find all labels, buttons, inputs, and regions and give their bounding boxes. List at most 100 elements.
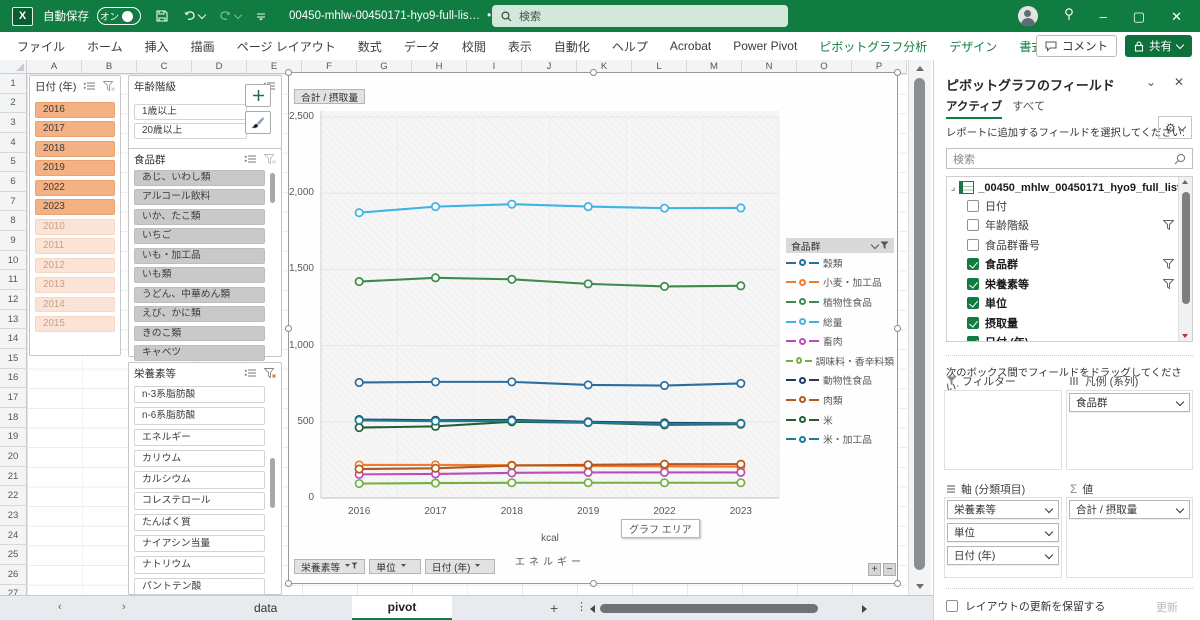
slicer-item-nutrient[interactable]: エネルギー [134, 429, 265, 446]
row-header[interactable]: 20 [0, 447, 27, 467]
legend-entry[interactable]: 総量 [786, 312, 894, 332]
slicer-item-nutrient[interactable]: パントテン酸 [134, 578, 265, 595]
chart-handle[interactable] [894, 580, 901, 587]
row-header[interactable]: 26 [0, 565, 27, 585]
ribbon-tab[interactable]: 描画 [180, 33, 226, 60]
field-row[interactable]: 栄養素等 [947, 274, 1192, 294]
row-header[interactable]: 5 [0, 153, 27, 173]
field-list-scrollbar[interactable] [1178, 177, 1192, 341]
panel-collapse-icon[interactable]: ⌄ [1146, 75, 1156, 89]
minimize-button[interactable]: – [1100, 10, 1107, 23]
chart-elements-button[interactable] [245, 84, 271, 107]
sheet-tab-data[interactable]: data [238, 596, 293, 620]
field-list-scroll-thumb[interactable] [1182, 192, 1190, 304]
vertical-scrollbar[interactable] [908, 60, 931, 595]
add-sheet-button[interactable]: + [550, 600, 558, 616]
slicer-item-nutrient[interactable]: ナイアシン当量 [134, 535, 265, 552]
field-row[interactable]: 日付 (年) [947, 333, 1192, 343]
row-header[interactable]: 22 [0, 486, 27, 506]
quick-access-icon[interactable] [255, 11, 267, 21]
field-checkbox[interactable] [967, 317, 979, 329]
chart-handle[interactable] [285, 69, 292, 76]
slicer-item-year[interactable]: 2023 [35, 199, 115, 215]
row-header[interactable]: 14 [0, 329, 27, 349]
field-row[interactable]: 年齢階級 [947, 216, 1192, 236]
ribbon-tab[interactable]: ヘルプ [601, 33, 659, 60]
row-header[interactable]: 25 [0, 545, 27, 565]
column-header[interactable]: D [192, 60, 247, 74]
pivot-chart[interactable]: 合計 / 摂取量 05001,0001,5002,0002,500 201620… [288, 72, 898, 584]
scroll-up-icon[interactable] [1182, 180, 1188, 184]
row-header[interactable]: 9 [0, 231, 27, 251]
sheet-tab-pivot[interactable]: pivot [352, 596, 452, 620]
row-header[interactable]: 24 [0, 526, 27, 546]
table-row[interactable]: ⌟ _00450_mhlw_00450171_hyo9_full_list [947, 177, 1192, 196]
row-header[interactable]: 4 [0, 133, 27, 153]
ribbon-tab[interactable]: データ [393, 33, 451, 60]
fields-search-input[interactable]: 検索 [946, 148, 1193, 169]
row-header[interactable]: 2 [0, 94, 27, 114]
chart-legend[interactable]: 食品群 穀類 小麦・加工品 [786, 238, 894, 449]
chart-handle[interactable] [894, 69, 901, 76]
chart-style-button[interactable] [245, 111, 271, 134]
close-button[interactable]: ✕ [1171, 10, 1182, 23]
clear-filter-icon[interactable] [103, 81, 115, 92]
tab-active[interactable]: アクティブ [946, 98, 1002, 119]
tools-button[interactable]: ⚙ [1158, 116, 1192, 139]
zoom-out-button[interactable]: − [883, 563, 896, 576]
row-header[interactable]: 11 [0, 270, 27, 290]
slicer-item-year[interactable]: 2011 [35, 238, 115, 254]
field-checkbox[interactable] [967, 219, 979, 231]
slicer-item-year[interactable]: 2015 [35, 316, 115, 332]
ribbon-tab[interactable]: Power Pivot [722, 34, 808, 58]
area-field-item[interactable]: 栄養素等 [947, 500, 1059, 519]
row-header[interactable]: 15 [0, 349, 27, 369]
slicer-item-nutrient[interactable]: コレステロール [134, 492, 265, 509]
area-field-item[interactable]: 食品群 [1069, 393, 1190, 412]
excel-app-icon[interactable]: X [12, 7, 33, 26]
chart-value-field-button[interactable]: 合計 / 摂取量 [294, 89, 365, 104]
ribbon-tab[interactable]: 自動化 [543, 33, 601, 60]
slicer-item-year[interactable]: 2022 [35, 180, 115, 196]
panel-close-icon[interactable]: ✕ [1174, 75, 1184, 89]
row-header[interactable]: 21 [0, 467, 27, 487]
legend-entry[interactable]: 畜肉 [786, 331, 894, 351]
slicer-item-nutrient[interactable]: n-3系脂肪酸 [134, 386, 265, 403]
field-row[interactable]: 食品群番号 [947, 235, 1192, 255]
row-header[interactable]: 8 [0, 211, 27, 231]
ribbon-tab[interactable]: ホーム [76, 33, 134, 60]
comments-button[interactable]: コメント [1036, 35, 1117, 57]
values-area[interactable]: 合計 / 摂取量 [1066, 497, 1193, 578]
slicer-item-nutrient[interactable]: カリウム [134, 450, 265, 467]
slicer-item-nutrient[interactable]: たんぱく質 [134, 514, 265, 531]
field-checkbox[interactable] [967, 239, 979, 251]
slicer-item-year[interactable]: 2013 [35, 277, 115, 293]
scroll-up-icon[interactable] [916, 66, 924, 71]
collapse-icon[interactable]: ⌟ [951, 182, 955, 193]
slicer-item-year[interactable]: 2012 [35, 258, 115, 274]
chart-handle[interactable] [590, 580, 597, 587]
field-checkbox[interactable] [967, 297, 979, 309]
slicer-item-food[interactable]: いちご [134, 228, 265, 244]
chart-handle[interactable] [590, 69, 597, 76]
chart-handle[interactable] [285, 325, 292, 332]
column-header[interactable]: A [27, 60, 82, 74]
search-input[interactable]: 検索 [492, 5, 788, 27]
chart-axis-field-button[interactable]: 栄養素等 [294, 559, 365, 574]
row-header[interactable]: 27 [0, 585, 27, 595]
restore-button[interactable]: ▢ [1133, 10, 1145, 23]
slicer-item-age[interactable]: 1歳以上 [134, 104, 247, 120]
legend-entry[interactable]: 小麦・加工品 [786, 273, 894, 293]
bulb-icon[interactable] [1064, 8, 1074, 24]
slicer-item-year[interactable]: 2016 [35, 102, 115, 118]
slicer-item-food[interactable]: キャベツ [134, 345, 265, 361]
legend-area[interactable]: 食品群 [1066, 390, 1193, 470]
slicer-item-food[interactable]: きのこ類 [134, 326, 265, 342]
legend-entry[interactable]: 米・加工品 [786, 429, 894, 449]
slicer-item-year[interactable]: 2017 [35, 121, 115, 137]
field-row[interactable]: 日付 [947, 196, 1192, 216]
vertical-scroll-thumb[interactable] [914, 78, 925, 570]
field-checkbox[interactable] [967, 336, 979, 342]
slicer-item-age[interactable]: 20歳以上 [134, 123, 247, 139]
legend-entry[interactable]: 植物性食品 [786, 292, 894, 312]
